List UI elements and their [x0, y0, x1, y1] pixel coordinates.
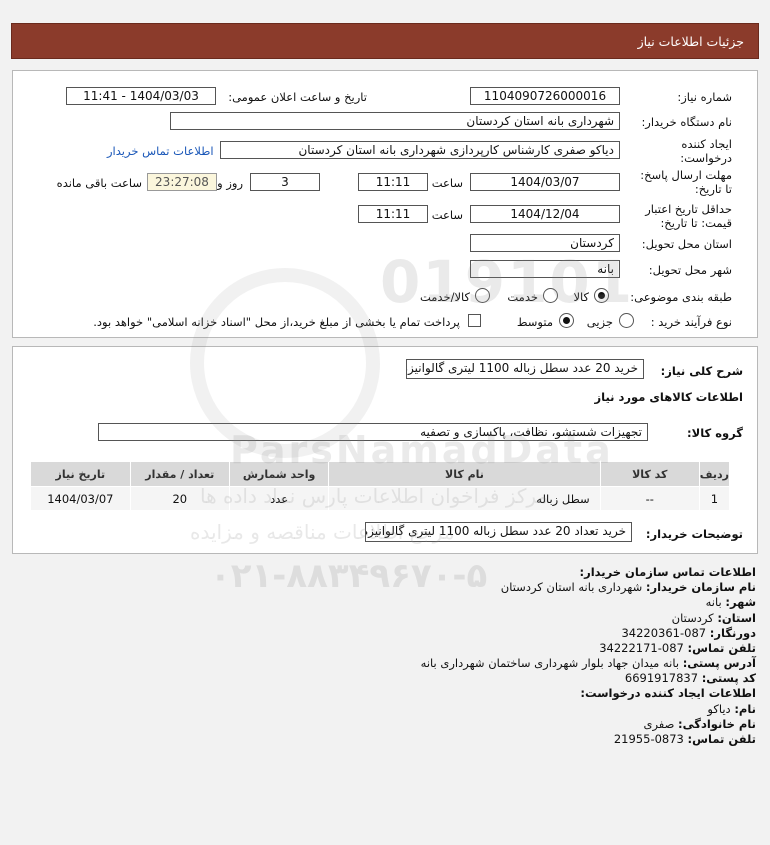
table-header-row: ردیف کد کالا نام کالا واحد شمارش تعداد /…: [30, 461, 731, 487]
contact-postal-label: کد پستی:: [701, 671, 756, 685]
goods-group-label: گروه کالا:: [687, 426, 743, 440]
cell-code: --: [599, 486, 700, 511]
contact-postal-line: کد پستی: 6691917837: [625, 671, 756, 685]
contact-city-line: شهر: بانه: [706, 595, 756, 609]
contact-postal: 6691917837: [624, 671, 699, 685]
col-qty: تعداد / مقدار: [129, 461, 230, 487]
cell-date: 1404/03/07: [30, 486, 131, 511]
payment-note: پرداخت تمام یا بخشی از مبلغ خرید،از محل …: [93, 315, 460, 329]
contact-fax-label: دورنگار:: [709, 626, 756, 640]
buyer-contact-link[interactable]: اطلاعات تماس خریدار: [107, 144, 214, 158]
buyer-notes-field: خرید تعداد 20 عدد سطل زباله 1100 لیتری گ…: [365, 522, 632, 542]
contact-province-label: استان:: [717, 611, 756, 625]
page-title: جزئیات اطلاعات نیاز: [11, 23, 759, 59]
col-name: نام کالا: [328, 461, 601, 487]
buyer-org-label: نام دستگاه خریدار:: [641, 115, 732, 129]
announce-label: تاریخ و ساعت اعلان عمومی:: [228, 90, 367, 104]
col-unit: واحد شمارش: [228, 461, 330, 487]
category-service-label: خدمت: [507, 290, 538, 304]
process-radio-medium[interactable]: [559, 313, 574, 328]
treasury-checkbox[interactable]: [468, 314, 481, 327]
contact-phone-label: تلفن تماس:: [687, 641, 756, 655]
deadline-date-field: 1404/03/07: [470, 173, 620, 191]
process-minor-label: جزیی: [586, 315, 613, 329]
contact-city-label: شهر:: [725, 595, 756, 609]
process-label: نوع فرآیند خرید :: [650, 315, 732, 329]
deadline-label: مهلت ارسال پاسخ:: [640, 168, 732, 182]
creator-name: دیاکو: [707, 702, 731, 716]
need-number-field: 1104090726000016: [470, 87, 620, 105]
page: جزئیات اطلاعات نیاز شماره نیاز: 11040907…: [0, 0, 770, 845]
contact-phone: 087-34222171: [599, 641, 684, 655]
creator-label: ایجاد کننده: [681, 137, 732, 151]
validity-time-label: ساعت: [431, 208, 463, 222]
category-radio-service[interactable]: [543, 288, 558, 303]
contact-address-line: آدرس پستی: بانه میدان جهاد بلوار شهرداری…: [421, 656, 756, 670]
contact-phone-line: تلفن تماس: 087-34222171: [599, 641, 756, 655]
contact-org: شهرداری بانه استان کردستان: [500, 580, 643, 594]
creator-name-label: نام:: [734, 702, 756, 716]
creator-phone-line: تلفن تماس: 0873-21955: [614, 732, 756, 746]
creator-phone-label: تلفن تماس:: [687, 732, 756, 746]
city-field: بانه: [470, 260, 620, 278]
creator-family-label: نام خانوادگی:: [678, 717, 756, 731]
category-radio-goods[interactable]: [594, 288, 609, 303]
summary-label: شرح کلی نیاز:: [660, 364, 743, 378]
contact-province-line: استان: کردستان: [672, 611, 756, 625]
deadline-label-2: تا تاریخ:: [694, 182, 732, 196]
creator-name-line: نام: دیاکو: [707, 702, 756, 716]
need-number-label: شماره نیاز:: [677, 90, 732, 104]
creator-phone: 0873-21955: [613, 732, 684, 746]
contact-address: بانه میدان جهاد بلوار شهرداری ساختمان شه…: [420, 656, 680, 670]
col-row: ردیف: [698, 461, 731, 487]
category-goods-service-label: کالا/خدمت: [419, 290, 470, 304]
validity-label: حداقل تاریخ اعتبار: [645, 202, 732, 216]
summary-field: خرید 20 عدد سطل زباله 1100 لیتری گالوانی…: [406, 359, 644, 379]
cell-name: سطل زباله: [328, 486, 601, 511]
city-label: شهر محل تحویل:: [648, 263, 732, 277]
col-date: تاریخ نیاز: [30, 461, 131, 487]
deadline-time-field: 11:11: [358, 173, 428, 191]
cell-row: 1: [698, 486, 731, 511]
creator-family-line: نام خانوادگی: صفری: [643, 717, 756, 731]
creator-label-2: درخواست:: [680, 151, 732, 165]
contact-fax-line: دورنگار: 087-34220361: [621, 626, 756, 640]
validity-date-field: 1404/12/04: [470, 205, 620, 223]
announce-field: 1404/03/03 - 11:41: [66, 87, 216, 105]
validity-time-field: 11:11: [358, 205, 428, 223]
days-label: روز و: [217, 176, 243, 190]
category-label: طبقه بندی موضوعی:: [630, 290, 732, 304]
buyer-notes-label: توضیحات خریدار:: [645, 527, 743, 541]
col-code: کد کالا: [599, 461, 700, 487]
contact-city: بانه: [705, 595, 722, 609]
creator-family: صفری: [643, 717, 675, 731]
province-label: استان محل تحویل:: [641, 237, 732, 251]
category-radio-goods-service[interactable]: [475, 288, 490, 303]
contact-org-line: نام سازمان خریدار: شهرداری بانه استان کر…: [501, 580, 756, 594]
watermark-phone: ۰۲۱-۸۸۳۴۹۶۷۰-۵: [210, 556, 488, 596]
remaining-timer: 23:27:08: [147, 173, 217, 191]
category-goods-label: کالا: [573, 290, 589, 304]
contact-province: کردستان: [671, 611, 714, 625]
goods-group-field: تجهیزات شستشو، نظافت، پاکسازی و تصفیه: [98, 423, 648, 441]
days-field: 3: [250, 173, 320, 191]
goods-table: ردیف کد کالا نام کالا واحد شمارش تعداد /…: [30, 461, 731, 511]
buyer-org-field: شهرداری بانه استان کردستان: [170, 112, 620, 130]
process-medium-label: متوسط: [516, 315, 553, 329]
validity-label-2: قیمت: تا تاریخ:: [660, 216, 732, 230]
cell-unit: عدد: [228, 486, 330, 511]
contact-title: اطلاعات تماس سازمان خریدار:: [579, 565, 756, 579]
cell-qty: 20: [129, 486, 230, 511]
table-row: 1 -- سطل زباله عدد 20 1404/03/07: [30, 486, 731, 511]
process-radio-minor[interactable]: [619, 313, 634, 328]
province-field: کردستان: [470, 234, 620, 252]
creator-info-title: اطلاعات ایجاد کننده درخواست:: [580, 686, 756, 700]
goods-info-title: اطلاعات کالاهای مورد نیاز: [594, 390, 743, 404]
contact-org-label: نام سازمان خریدار:: [645, 580, 756, 594]
remaining-label: ساعت باقی مانده: [56, 176, 142, 190]
creator-field: دیاکو صفری کارشناس کارپردازی شهرداری بان…: [220, 141, 620, 159]
contact-address-label: آدرس پستی:: [682, 656, 756, 670]
contact-fax: 087-34220361: [621, 626, 707, 640]
deadline-time-label: ساعت: [431, 176, 463, 190]
